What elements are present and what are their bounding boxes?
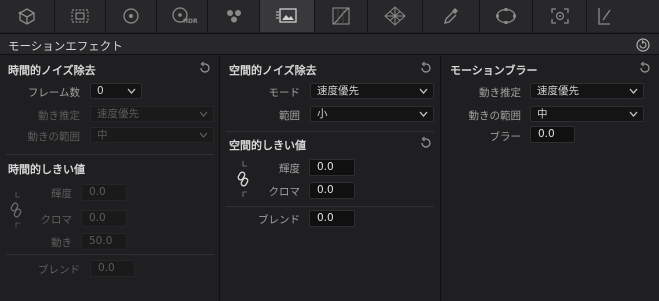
tool-magic-mask[interactable] xyxy=(587,0,619,32)
spatial-radius-dropdown[interactable]: 小 xyxy=(310,106,434,122)
divider xyxy=(6,154,214,155)
spatial-luma-label: 輝度 xyxy=(279,163,300,175)
magic-mask-icon xyxy=(598,8,611,25)
temporal-threshold-title: 時間的しきい値 xyxy=(8,163,85,176)
temporal-motion-range-dropdown[interactable]: 中 xyxy=(90,127,214,143)
eyedropper-icon xyxy=(444,8,458,24)
panel-motion-blur: モーションブラー 動き推定 速度優先 動きの範囲 中 ブラー 0.0 xyxy=(441,56,659,301)
chevron-down-icon xyxy=(629,111,638,117)
cube-icon xyxy=(18,8,35,25)
spatial-nr-title: 空間的ノイズ除去 xyxy=(229,64,317,77)
chevron-down-icon xyxy=(199,111,208,117)
reset-all-icon[interactable] xyxy=(635,37,651,53)
tool-window[interactable] xyxy=(480,0,533,32)
temporal-motion-est-label: 動き推定 xyxy=(38,110,80,122)
temporal-motion-label: 動き xyxy=(51,237,72,249)
blur-amount-label: ブラー xyxy=(489,131,522,143)
temporal-blend-field[interactable]: 0.0 xyxy=(90,260,135,277)
spatial-blend-field[interactable]: 0.0 xyxy=(309,210,355,227)
curves-icon xyxy=(332,7,350,25)
page-title: モーションエフェクト xyxy=(8,39,123,53)
temporal-luma-label: 輝度 xyxy=(51,188,72,200)
tool-color-warper[interactable] xyxy=(368,0,423,32)
spatial-radius-label: 範囲 xyxy=(279,110,300,122)
tool-grid[interactable] xyxy=(55,0,106,32)
target-icon xyxy=(123,8,139,24)
spatial-mode-dropdown[interactable]: 速度優先 xyxy=(310,83,434,99)
temporal-luma-field[interactable]: 0.0 xyxy=(81,184,127,201)
spatial-chroma-label: クロマ xyxy=(268,186,301,198)
chevron-down-icon xyxy=(127,88,136,94)
temporal-motion-est-dropdown[interactable]: 速度優先 xyxy=(90,106,214,122)
toolbar: HDR xyxy=(0,0,659,32)
tracker-icon xyxy=(550,8,569,24)
panel-spatial: 空間的ノイズ除去 モード 速度優先 範囲 小 空間的しきい値 輝度 0.0 クロ… xyxy=(220,56,440,301)
chevron-down-icon xyxy=(199,132,208,138)
blur-motion-range-dropdown[interactable]: 中 xyxy=(530,106,644,122)
chevron-down-icon xyxy=(419,111,428,117)
temporal-nr-title: 時間的ノイズ除去 xyxy=(8,64,96,77)
spatial-chroma-field[interactable]: 0.0 xyxy=(309,182,355,199)
temporal-chroma-label: クロマ xyxy=(40,214,73,226)
tool-3d-qualifier[interactable] xyxy=(0,0,55,32)
spatial-threshold-title: 空間的しきい値 xyxy=(229,139,306,152)
spatial-radius-value: 小 xyxy=(317,108,328,120)
image-icon xyxy=(276,8,297,23)
divider xyxy=(226,206,434,207)
spatial-blend-label: ブレンド xyxy=(258,214,300,226)
divider xyxy=(226,131,434,132)
section-header: モーションエフェクト xyxy=(0,33,659,55)
tool-hdr[interactable]: HDR xyxy=(157,0,208,32)
tool-primaries[interactable] xyxy=(106,0,157,32)
divider xyxy=(6,254,214,255)
blur-motion-range-value: 中 xyxy=(537,108,548,120)
temporal-motion-est-value: 速度優先 xyxy=(97,108,139,120)
spatial-nr-reset-icon[interactable] xyxy=(419,61,433,75)
tool-qualifier[interactable] xyxy=(423,0,480,32)
window-icon xyxy=(496,8,516,24)
chevron-down-icon xyxy=(629,88,638,94)
blur-motion-range-label: 動きの範囲 xyxy=(468,110,522,122)
blur-motion-est-label: 動き推定 xyxy=(479,87,521,99)
temporal-motion-field[interactable]: 50.0 xyxy=(81,233,127,250)
blur-motion-est-dropdown[interactable]: 速度優先 xyxy=(530,83,644,99)
hdr-badge: HDR xyxy=(183,18,198,25)
spatial-mode-value: 速度優先 xyxy=(317,85,359,97)
spatial-luma-field[interactable]: 0.0 xyxy=(309,159,355,176)
blur-amount-field[interactable]: 0.0 xyxy=(530,126,575,143)
frames-value: 0 xyxy=(97,85,104,97)
blur-motion-est-value: 速度優先 xyxy=(537,85,579,97)
spatial-threshold-reset-icon[interactable] xyxy=(419,136,433,150)
dots-icon xyxy=(226,10,241,23)
temporal-motion-range-label: 動きの範囲 xyxy=(27,131,81,143)
tool-motion-effects[interactable] xyxy=(260,0,315,32)
color-warper-icon xyxy=(384,6,406,26)
temporal-motion-range-value: 中 xyxy=(97,129,108,141)
grid-select-icon xyxy=(71,9,89,23)
chevron-down-icon xyxy=(419,88,428,94)
tool-rgb-mixer[interactable] xyxy=(208,0,260,32)
tool-tracker[interactable] xyxy=(533,0,587,32)
panel-temporal: 時間的ノイズ除去 フレーム数 0 動き推定 速度優先 動きの範囲 中 時間的しき… xyxy=(0,56,219,301)
frames-dropdown[interactable]: 0 xyxy=(90,83,142,99)
tool-curves[interactable] xyxy=(315,0,368,32)
temporal-chroma-field[interactable]: 0.0 xyxy=(81,210,127,227)
temporal-blend-label: ブレンド xyxy=(38,264,80,276)
frames-label: フレーム数 xyxy=(27,87,80,99)
spatial-mode-label: モード xyxy=(268,87,301,99)
temporal-nr-reset-icon[interactable] xyxy=(198,61,212,75)
motion-blur-title: モーションブラー xyxy=(450,64,538,77)
motion-blur-reset-icon[interactable] xyxy=(638,61,652,75)
